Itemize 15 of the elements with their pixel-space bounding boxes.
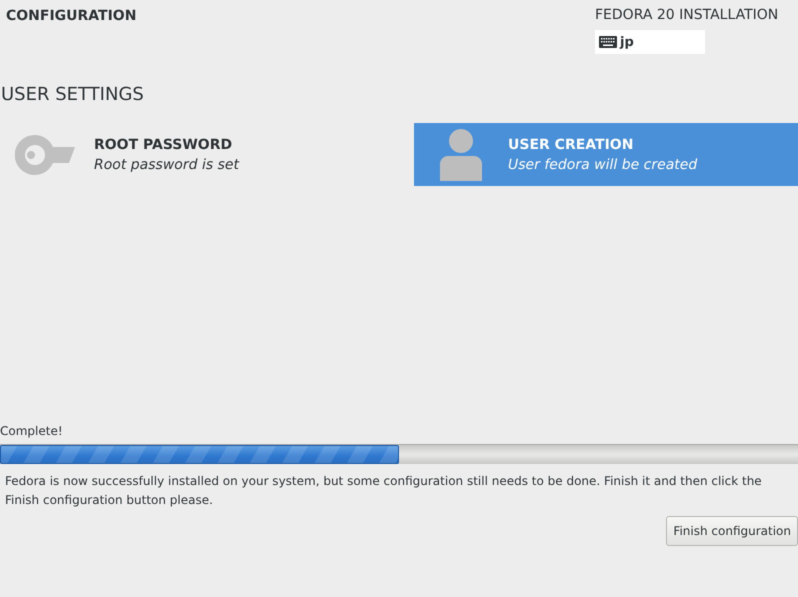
status-message: Fedora is now successfully installed on your system, but some configuration still needs to be done. Finish it and then click the Finish configuration button please. [4, 473, 763, 509]
spoke-title: ROOT PASSWORD [94, 136, 234, 152]
keyboard-layout-label: jp [620, 34, 634, 50]
section-title: USER SETTINGS [0, 84, 145, 105]
spoke-status: User fedora will be created [508, 156, 698, 172]
product-title: FEDORA 20 INSTALLATION [595, 7, 778, 23]
keyboard-icon [599, 36, 617, 48]
keyboard-layout-indicator[interactable]: jp [595, 30, 705, 54]
header-title: CONFIGURATION [6, 8, 136, 26]
spoke-status: Root password is set [94, 156, 239, 172]
finish-configuration-button[interactable]: Finish configuration [666, 516, 798, 546]
user-icon [440, 128, 482, 181]
progress-label: Complete! [0, 424, 64, 438]
spoke-title: USER CREATION [508, 136, 634, 152]
settings-spoke[interactable]: ROOT PASSWORD Root password is set [0, 123, 400, 186]
